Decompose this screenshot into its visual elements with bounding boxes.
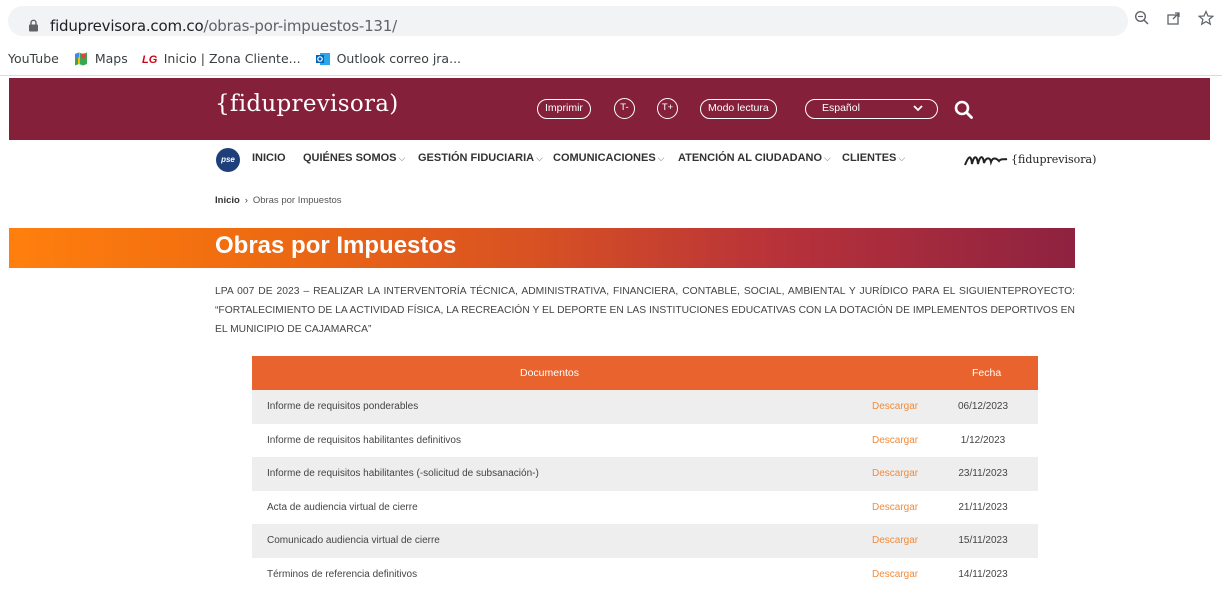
download-link[interactable]: Descargar bbox=[872, 401, 918, 412]
text-decrease-button[interactable]: T- bbox=[614, 98, 635, 119]
document-name: Informe de requisitos habilitantes defin… bbox=[267, 435, 461, 446]
nav-item-comunicaciones[interactable]: COMUNICACIONES⌵ bbox=[553, 152, 665, 164]
bookmarks-bar: YouTube Maps LG Inicio | Zona Cliente...… bbox=[0, 42, 1222, 76]
site-header: {fiduprevisora) Imprimir T- T+ Modo lect… bbox=[9, 78, 1210, 140]
signature-brand-text: {fiduprevisora) bbox=[1011, 153, 1096, 166]
nav-item-label: CLIENTES bbox=[842, 152, 896, 164]
chevron-down-icon: ⌵ bbox=[898, 153, 905, 163]
download-link[interactable]: Descargar bbox=[872, 502, 918, 513]
browser-actions bbox=[1132, 10, 1216, 30]
language-value: Español bbox=[822, 102, 860, 114]
table-row: Comunicado audiencia virtual de cierre D… bbox=[252, 524, 1038, 558]
table-row: Informe de requisitos habilitantes defin… bbox=[252, 424, 1038, 458]
nav-item-clientes[interactable]: CLIENTES⌵ bbox=[842, 152, 905, 164]
lg-logo-icon: LG bbox=[142, 51, 158, 67]
document-date: 15/11/2023 bbox=[943, 535, 1023, 546]
nav-item-label: GESTIÓN FIDUCIARIA bbox=[418, 152, 534, 164]
chevron-down-icon: ⌵ bbox=[658, 153, 665, 163]
page-title: Obras por Impuestos bbox=[215, 232, 456, 260]
breadcrumb: Inicio › Obras por Impuestos bbox=[215, 195, 342, 206]
breadcrumb-current: Obras por Impuestos bbox=[253, 195, 342, 206]
outlook-icon bbox=[315, 51, 331, 67]
bookmark-label: Maps bbox=[95, 51, 128, 66]
zoom-icon[interactable] bbox=[1132, 10, 1152, 30]
document-date: 23/11/2023 bbox=[943, 468, 1023, 479]
column-header-date: Fecha bbox=[972, 367, 1001, 379]
document-date: 14/11/2023 bbox=[943, 569, 1023, 580]
nav-item-label: ATENCIÓN AL CIUDADANO bbox=[678, 152, 822, 164]
download-link[interactable]: Descargar bbox=[872, 569, 918, 580]
table-header: Documentos Fecha bbox=[252, 356, 1038, 390]
nav-item-atencion-ciudadano[interactable]: ATENCIÓN AL CIUDADANO⌵ bbox=[678, 152, 831, 164]
signature-logo-icon bbox=[963, 147, 1009, 171]
download-link[interactable]: Descargar bbox=[872, 535, 918, 546]
main-nav: pse INICIO QUIÉNES SOMOS⌵ GESTIÓN FIDUCI… bbox=[9, 140, 1210, 178]
table-row: Informe de requisitos ponderables Descar… bbox=[252, 390, 1038, 424]
share-icon[interactable] bbox=[1164, 10, 1184, 30]
url-host: fiduprevisora.com.co bbox=[50, 17, 203, 35]
nav-item-gestion-fiduciaria[interactable]: GESTIÓN FIDUCIARIA⌵ bbox=[418, 152, 543, 164]
bookmark-maps[interactable]: Maps bbox=[73, 51, 128, 67]
document-name: Informe de requisitos ponderables bbox=[267, 401, 418, 412]
browser-address-bar: fiduprevisora.com.co/obras-por-impuestos… bbox=[0, 0, 1222, 42]
bookmark-youtube[interactable]: YouTube bbox=[8, 51, 59, 66]
maps-icon bbox=[73, 51, 89, 67]
table-row: Términos de referencia definitivos Desca… bbox=[252, 558, 1038, 591]
document-date: 06/12/2023 bbox=[943, 401, 1023, 412]
url-text[interactable]: fiduprevisora.com.co/obras-por-impuestos… bbox=[50, 17, 397, 35]
url-field[interactable]: fiduprevisora.com.co/obras-por-impuestos… bbox=[8, 6, 1128, 36]
column-header-documents: Documentos bbox=[520, 367, 579, 379]
document-name: Informe de requisitos habilitantes (-sol… bbox=[267, 468, 539, 479]
nav-item-label: COMUNICACIONES bbox=[553, 152, 656, 164]
bookmark-label: Outlook correo jra... bbox=[337, 51, 461, 66]
document-name: Acta de audiencia virtual de cierre bbox=[267, 502, 418, 513]
search-icon[interactable] bbox=[953, 99, 975, 121]
nav-item-label: QUIÉNES SOMOS bbox=[303, 152, 397, 164]
print-button[interactable]: Imprimir bbox=[537, 99, 591, 119]
table-row: Informe de requisitos habilitantes (-sol… bbox=[252, 457, 1038, 491]
chevron-down-icon: ⌵ bbox=[824, 153, 831, 163]
download-link[interactable]: Descargar bbox=[872, 435, 918, 446]
title-banner: Obras por Impuestos bbox=[9, 228, 1075, 268]
project-description: LPA 007 DE 2023 – REALIZAR LA INTERVENTO… bbox=[215, 282, 1075, 339]
url-path: /obras-por-impuestos-131/ bbox=[203, 17, 396, 35]
bookmark-label: YouTube bbox=[8, 51, 59, 66]
bookmark-outlook[interactable]: Outlook correo jra... bbox=[315, 51, 461, 67]
table-row: Acta de audiencia virtual de cierre Desc… bbox=[252, 491, 1038, 525]
document-date: 1/12/2023 bbox=[943, 435, 1023, 446]
bookmark-star-icon[interactable] bbox=[1196, 10, 1216, 30]
document-name: Términos de referencia definitivos bbox=[267, 569, 417, 580]
chevron-down-icon: ⌵ bbox=[536, 153, 543, 163]
document-date: 21/11/2023 bbox=[943, 502, 1023, 513]
breadcrumb-home[interactable]: Inicio bbox=[215, 195, 240, 206]
document-name: Comunicado audiencia virtual de cierre bbox=[267, 535, 440, 546]
documents-table: Documentos Fecha Informe de requisitos p… bbox=[252, 356, 1038, 591]
bookmark-label: Inicio | Zona Cliente... bbox=[164, 51, 301, 66]
text-increase-button[interactable]: T+ bbox=[657, 98, 678, 119]
bookmark-zona-cliente[interactable]: LG Inicio | Zona Cliente... bbox=[142, 51, 301, 67]
chevron-down-icon: ⌵ bbox=[399, 153, 406, 163]
svg-text:LG: LG bbox=[142, 54, 158, 66]
chevron-right-icon: › bbox=[245, 195, 248, 205]
nav-item-quienes-somos[interactable]: QUIÉNES SOMOS⌵ bbox=[303, 152, 405, 164]
reading-mode-button[interactable]: Modo lectura bbox=[700, 99, 777, 119]
site-logo[interactable]: {fiduprevisora) bbox=[215, 91, 399, 117]
chevron-down-icon bbox=[913, 100, 923, 122]
lock-icon[interactable] bbox=[28, 19, 39, 32]
pse-logo[interactable]: pse bbox=[216, 148, 240, 172]
nav-item-label: INICIO bbox=[252, 152, 286, 164]
nav-item-inicio[interactable]: INICIO bbox=[252, 152, 286, 164]
language-select[interactable]: Español bbox=[805, 99, 938, 119]
download-link[interactable]: Descargar bbox=[872, 468, 918, 479]
